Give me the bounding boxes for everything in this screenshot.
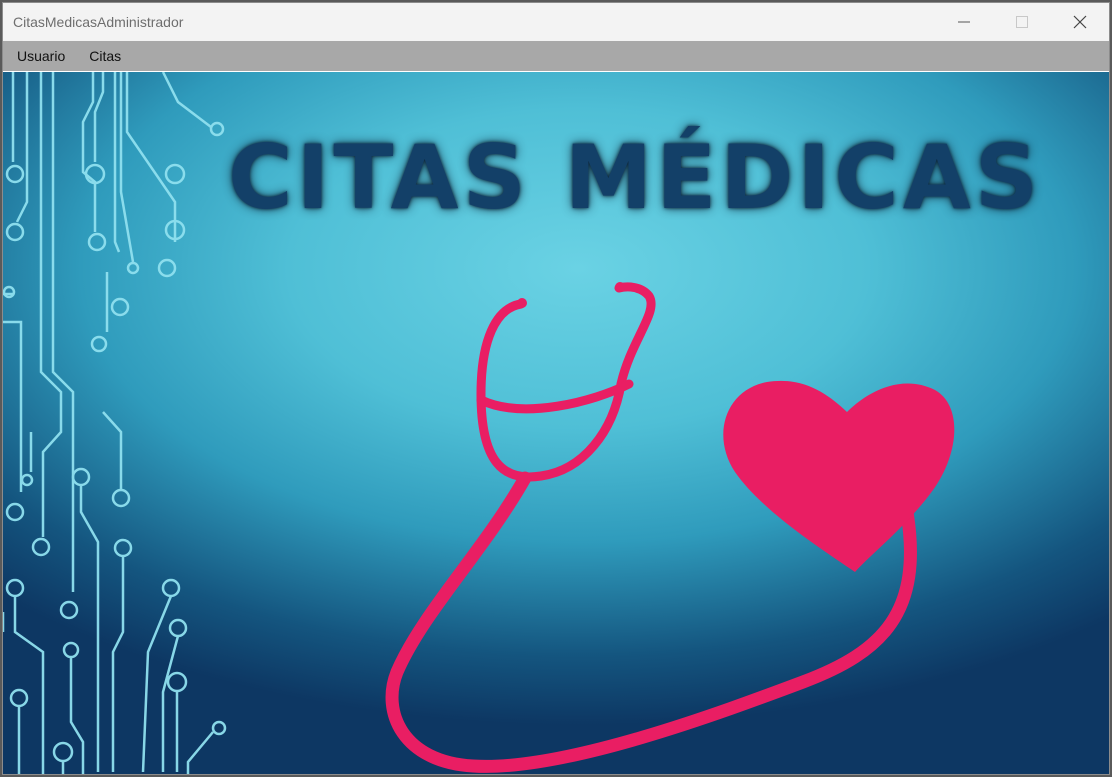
maximize-button[interactable] — [993, 3, 1051, 41]
window-title: CitasMedicasAdministrador — [13, 14, 184, 30]
window-controls — [935, 3, 1109, 41]
close-icon — [1073, 15, 1087, 29]
title-bar[interactable]: CitasMedicasAdministrador — [3, 3, 1109, 41]
hero-title: CITAS MÉDICAS — [228, 126, 1043, 229]
minimize-button[interactable] — [935, 3, 993, 41]
menu-citas[interactable]: Citas — [77, 41, 133, 71]
maximize-icon — [1016, 16, 1028, 28]
circuit-pattern — [3, 72, 227, 774]
close-button[interactable] — [1051, 3, 1109, 41]
app-window: CitasMedicasAdministrador Usuario Citas — [2, 2, 1110, 775]
minimize-icon — [958, 21, 970, 23]
menu-bar: Usuario Citas — [3, 41, 1109, 71]
main-content: CITAS MÉDICAS — [3, 71, 1109, 774]
heart-icon — [723, 380, 955, 572]
menu-usuario[interactable]: Usuario — [3, 41, 77, 71]
